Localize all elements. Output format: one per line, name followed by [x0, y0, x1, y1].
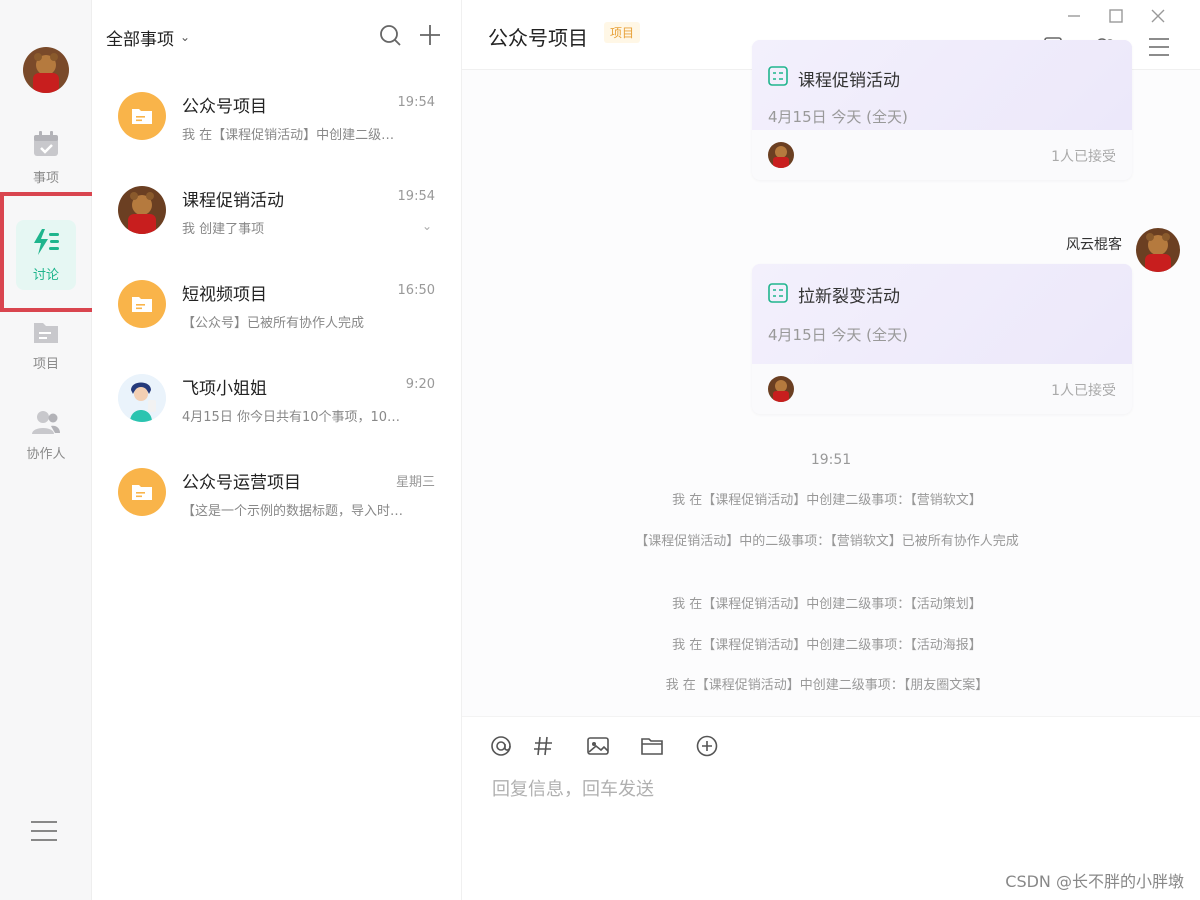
- conversation-preview: 我 创建了事项: [182, 222, 265, 237]
- maximize-icon[interactable]: [1108, 8, 1124, 29]
- conversation-name: 飞项小姐姐: [182, 379, 267, 399]
- chevron-down-icon[interactable]: ⌄: [180, 30, 190, 44]
- conversation-item[interactable]: 公众号运营项目 星期三 【这是一个示例的数据标题，导入时…: [92, 446, 462, 540]
- accepted-count: 1人已接受: [1051, 383, 1116, 399]
- system-message: 【课程促销活动】中的二级事项：【营销软文】已被所有协作人完成: [635, 534, 1019, 549]
- system-message: 我 在【课程促销活动】中创建二级事项：【朋友圈文案】: [665, 678, 989, 693]
- chevron-down-icon[interactable]: ⌄: [422, 219, 432, 233]
- chat-panel: 公众号项目 项目 课程促销活动 4月15日 今天 (全天) 1人已接受 风云棍客…: [462, 0, 1200, 900]
- sender-name: 风云棍客: [1066, 237, 1122, 253]
- girl-avatar: [118, 374, 166, 422]
- rail-label-discussion: 讨论: [32, 267, 59, 283]
- plus-circle-icon[interactable]: [696, 735, 718, 762]
- search-icon[interactable]: [379, 24, 401, 50]
- minimize-icon[interactable]: [1066, 8, 1082, 29]
- system-timestamp: 19:51: [810, 452, 852, 468]
- hashtag-icon[interactable]: [532, 735, 554, 762]
- rail-item-collaborators[interactable]: 协作人: [0, 400, 92, 470]
- card-top: 拉新裂变活动 4月15日 今天 (全天): [752, 264, 1132, 364]
- left-rail: 事项 讨论 项目 协作人: [0, 0, 92, 900]
- rail-label-tasks: 事项: [32, 170, 59, 186]
- lightning-icon: [31, 228, 61, 260]
- bear-avatar: [768, 142, 794, 168]
- task-list-icon: [768, 66, 788, 90]
- user-avatar[interactable]: [23, 47, 69, 93]
- more-menu-icon[interactable]: [1148, 36, 1170, 62]
- system-message: 我 在【课程促销活动】中创建二级事项：【活动海报】: [672, 638, 982, 653]
- calendar-check-icon: [31, 129, 61, 163]
- rail-label-projects: 项目: [32, 356, 59, 372]
- conversation-time: 星期三: [395, 475, 435, 490]
- reply-input[interactable]: 回复信息，回车发送: [492, 775, 654, 801]
- hamburger-menu-icon[interactable]: [31, 820, 57, 846]
- conversation-item[interactable]: 公众号项目 19:54 我 在【课程促销活动】中创建二级…: [92, 70, 462, 164]
- image-icon[interactable]: [586, 735, 610, 762]
- list-filter-dropdown[interactable]: 全部事项: [106, 25, 174, 50]
- rail-label-collaborators: 协作人: [26, 446, 66, 462]
- task-card[interactable]: 课程促销活动 4月15日 今天 (全天) 1人已接受: [752, 40, 1132, 180]
- bear-avatar: [118, 186, 166, 234]
- rail-active-box: 讨论: [16, 220, 76, 290]
- folder-icon[interactable]: [640, 735, 664, 762]
- card-title: 拉新裂变活动: [798, 287, 900, 307]
- conversation-time: 16:50: [397, 283, 435, 298]
- card-footer: 1人已接受: [752, 130, 1132, 180]
- bear-avatar: [768, 376, 794, 402]
- system-message: 我 在【课程促销活动】中创建二级事项：【活动策划】: [672, 597, 982, 612]
- conversation-preview: 【公众号】已被所有协作人完成: [182, 316, 365, 331]
- conversation-list: 全部事项 ⌄ 公众号项目 19:54 我 在【课程促销活动】中创建二级… 课程促…: [92, 0, 462, 900]
- watermark: CSDN @长不胖的小胖墩: [1005, 872, 1184, 891]
- conversation-preview: 我 在【课程促销活动】中创建二级…: [182, 128, 395, 143]
- close-icon[interactable]: [1150, 8, 1166, 29]
- conversation-item[interactable]: 短视频项目 16:50 【公众号】已被所有协作人完成: [92, 258, 462, 352]
- conversation-name: 公众号运营项目: [182, 473, 301, 493]
- project-tag-badge: 项目: [604, 22, 641, 43]
- conversation-item[interactable]: 飞项小姐姐 9:20 4月15日 你今日共有10个事项，10…: [92, 352, 462, 446]
- task-card[interactable]: 拉新裂变活动 4月15日 今天 (全天) 1人已接受: [752, 264, 1132, 414]
- accepted-count: 1人已接受: [1051, 149, 1116, 165]
- rail-item-discussion[interactable]: 讨论: [0, 220, 92, 290]
- card-footer: 1人已接受: [752, 364, 1132, 414]
- chat-title: 公众号项目: [488, 26, 588, 50]
- conversation-time: 9:20: [405, 377, 435, 392]
- task-list-icon: [768, 283, 788, 307]
- add-icon[interactable]: [419, 24, 441, 50]
- conversation-name: 短视频项目: [182, 285, 267, 305]
- conversation-name: 课程促销活动: [182, 191, 284, 211]
- conversation-time: 19:54: [397, 95, 435, 110]
- rail-item-tasks[interactable]: 事项: [0, 122, 92, 192]
- folder-icon: [32, 319, 60, 349]
- card-date: 4月15日 今天 (全天): [768, 108, 908, 126]
- folder-icon: [118, 280, 166, 328]
- card-title: 课程促销活动: [798, 71, 900, 91]
- folder-icon: [118, 468, 166, 516]
- system-message: 我 在【课程促销活动】中创建二级事项：【营销软文】: [672, 493, 982, 508]
- conversation-time: 19:54: [397, 189, 435, 204]
- rail-item-projects[interactable]: 项目: [0, 310, 92, 380]
- conversation-preview: 4月15日 你今日共有10个事项，10…: [182, 410, 401, 425]
- card-top: 课程促销活动 4月15日 今天 (全天): [752, 40, 1132, 130]
- card-date: 4月15日 今天 (全天): [768, 326, 908, 344]
- folder-icon: [118, 92, 166, 140]
- mention-icon[interactable]: [490, 735, 512, 762]
- conversation-preview: 【这是一个示例的数据标题，导入时…: [182, 504, 404, 519]
- conversation-name: 公众号项目: [182, 97, 267, 117]
- conversation-item[interactable]: 课程促销活动 19:54 我 创建了事项 ⌄: [92, 164, 462, 258]
- bear-avatar[interactable]: [1136, 228, 1180, 272]
- list-header: 全部事项 ⌄: [106, 22, 441, 52]
- people-icon: [31, 409, 61, 439]
